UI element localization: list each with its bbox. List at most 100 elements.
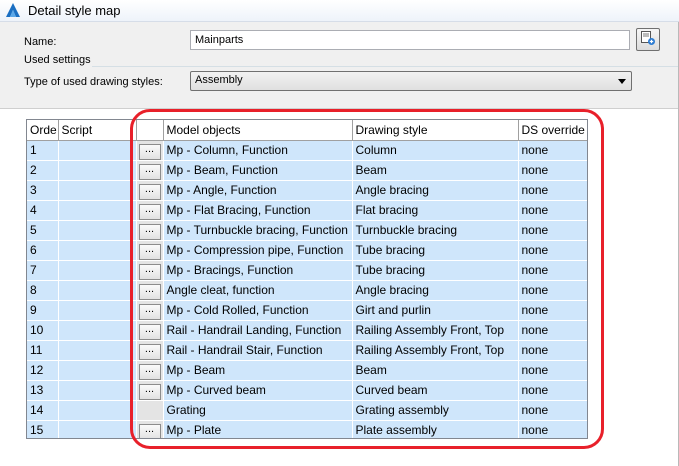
order-cell[interactable]: 1 — [27, 140, 59, 161]
button-cell[interactable] — [136, 400, 164, 421]
ds-override-cell[interactable]: none — [518, 380, 587, 401]
model-objects-cell[interactable]: Mp - Bracings, Function — [163, 260, 353, 281]
drawing-style-cell[interactable]: Curved beam — [352, 380, 519, 401]
browse-button[interactable]: ... — [138, 183, 161, 199]
table-row[interactable]: 14 Grating Grating assembly none — [27, 400, 587, 421]
order-cell[interactable]: 13 — [27, 380, 59, 401]
button-cell[interactable]: ... — [136, 280, 164, 301]
model-objects-cell[interactable]: Mp - Cold Rolled, Function — [163, 300, 353, 321]
script-cell[interactable] — [58, 360, 137, 381]
order-cell[interactable]: 15 — [27, 420, 59, 438]
table-row[interactable]: 8... Angle cleat, function Angle bracing no… — [27, 280, 587, 301]
browse-button[interactable]: ... — [138, 363, 161, 379]
button-cell[interactable]: ... — [136, 360, 164, 381]
order-cell[interactable]: 10 — [27, 320, 59, 341]
script-cell[interactable] — [58, 300, 137, 321]
script-cell[interactable] — [58, 420, 137, 438]
table-row[interactable]: 6... Mp - Compression pipe, Function Tube … — [27, 240, 587, 261]
browse-button[interactable]: ... — [138, 423, 161, 438]
button-cell[interactable]: ... — [136, 220, 164, 241]
order-cell[interactable]: 6 — [27, 240, 59, 261]
ds-override-cell[interactable]: none — [518, 320, 587, 341]
browse-button[interactable]: ... — [138, 303, 161, 319]
drawing-style-cell[interactable]: Tube bracing — [352, 240, 519, 261]
script-cell[interactable] — [58, 180, 137, 201]
browse-button[interactable]: ... — [138, 323, 161, 339]
order-cell[interactable]: 8 — [27, 280, 59, 301]
drawing-style-cell[interactable]: Beam — [352, 360, 519, 381]
drawing-style-cell[interactable]: Angle bracing — [352, 280, 519, 301]
browse-button[interactable]: ... — [138, 143, 161, 159]
ds-override-cell[interactable]: none — [518, 420, 587, 438]
drawing-style-cell[interactable]: Grating assembly — [352, 400, 519, 421]
script-cell[interactable] — [58, 240, 137, 261]
table-row[interactable]: 5... Mp - Turnbuckle bracing, Function Tur… — [27, 220, 587, 241]
browse-button[interactable]: ... — [138, 263, 161, 279]
column-header-ds-override[interactable]: DS override — [518, 120, 587, 141]
column-header-script[interactable]: Script — [58, 120, 137, 141]
table-row[interactable]: 15... Mp - Plate Plate assembly none — [27, 420, 587, 438]
button-cell[interactable]: ... — [136, 200, 164, 221]
script-cell[interactable] — [58, 280, 137, 301]
browse-button[interactable]: ... — [138, 343, 161, 359]
script-cell[interactable] — [58, 140, 137, 161]
button-cell[interactable]: ... — [136, 140, 164, 161]
style-map-grid[interactable]: Orde Script Model objects Drawing style … — [26, 119, 588, 439]
model-objects-cell[interactable]: Mp - Plate — [163, 420, 353, 438]
table-row[interactable]: 9... Mp - Cold Rolled, Function Girt and p… — [27, 300, 587, 321]
script-cell[interactable] — [58, 260, 137, 281]
order-cell[interactable]: 2 — [27, 160, 59, 181]
ds-override-cell[interactable]: none — [518, 260, 587, 281]
table-row[interactable]: 13... Mp - Curved beam Curved beam none — [27, 380, 587, 401]
script-cell[interactable] — [58, 380, 137, 401]
table-row[interactable]: 7... Mp - Bracings, Function Tube bracing n… — [27, 260, 587, 281]
order-cell[interactable]: 12 — [27, 360, 59, 381]
drawing-style-cell[interactable]: Turnbuckle bracing — [352, 220, 519, 241]
drawing-style-cell[interactable]: Column — [352, 140, 519, 161]
model-objects-cell[interactable]: Grating — [163, 400, 353, 421]
pick-object-button[interactable] — [636, 28, 660, 51]
column-header-order[interactable]: Orde — [27, 120, 59, 141]
table-row[interactable]: 3... Mp - Angle, Function Angle bracing non… — [27, 180, 587, 201]
ds-override-cell[interactable]: none — [518, 180, 587, 201]
script-cell[interactable] — [58, 220, 137, 241]
model-objects-cell[interactable]: Mp - Column, Function — [163, 140, 353, 161]
ds-override-cell[interactable]: none — [518, 160, 587, 181]
table-row[interactable]: 2... Mp - Beam, Function Beam none — [27, 160, 587, 181]
browse-button[interactable]: ... — [138, 243, 161, 259]
model-objects-cell[interactable]: Rail - Handrail Stair, Function — [163, 340, 353, 361]
ds-override-cell[interactable]: none — [518, 280, 587, 301]
table-row[interactable]: 10... Rail - Handrail Landing, Function Ra… — [27, 320, 587, 341]
drawing-style-cell[interactable]: Girt and purlin — [352, 300, 519, 321]
model-objects-cell[interactable]: Mp - Flat Bracing, Function — [163, 200, 353, 221]
model-objects-cell[interactable]: Mp - Compression pipe, Function — [163, 240, 353, 261]
browse-button[interactable]: ... — [138, 203, 161, 219]
order-cell[interactable]: 14 — [27, 400, 59, 421]
table-row[interactable]: 11... Rail - Handrail Stair, Function Rail… — [27, 340, 587, 361]
table-row[interactable]: 12... Mp - Beam Beam none — [27, 360, 587, 381]
button-cell[interactable]: ... — [136, 260, 164, 281]
order-cell[interactable]: 7 — [27, 260, 59, 281]
column-header-drawing-style[interactable]: Drawing style — [352, 120, 519, 141]
column-header-model-objects[interactable]: Model objects — [163, 120, 353, 141]
drawing-style-cell[interactable]: Railing Assembly Front, Top — [352, 340, 519, 361]
model-objects-cell[interactable]: Mp - Beam, Function — [163, 160, 353, 181]
drawing-style-cell[interactable]: Beam — [352, 160, 519, 181]
button-cell[interactable]: ... — [136, 300, 164, 321]
drawing-style-cell[interactable]: Angle bracing — [352, 180, 519, 201]
ds-override-cell[interactable]: none — [518, 300, 587, 321]
ds-override-cell[interactable]: none — [518, 340, 587, 361]
name-input[interactable] — [190, 30, 630, 50]
drawing-style-cell[interactable]: Plate assembly — [352, 420, 519, 438]
browse-button[interactable]: ... — [138, 163, 161, 179]
button-cell[interactable]: ... — [136, 380, 164, 401]
model-objects-cell[interactable]: Mp - Beam — [163, 360, 353, 381]
browse-button[interactable]: ... — [138, 383, 161, 399]
script-cell[interactable] — [58, 400, 137, 421]
script-cell[interactable] — [58, 320, 137, 341]
table-row[interactable]: 1... Mp - Column, Function Column none — [27, 140, 587, 161]
drawing-style-cell[interactable]: Tube bracing — [352, 260, 519, 281]
browse-button[interactable]: ... — [138, 223, 161, 239]
browse-button[interactable]: ... — [138, 283, 161, 299]
model-objects-cell[interactable]: Mp - Curved beam — [163, 380, 353, 401]
